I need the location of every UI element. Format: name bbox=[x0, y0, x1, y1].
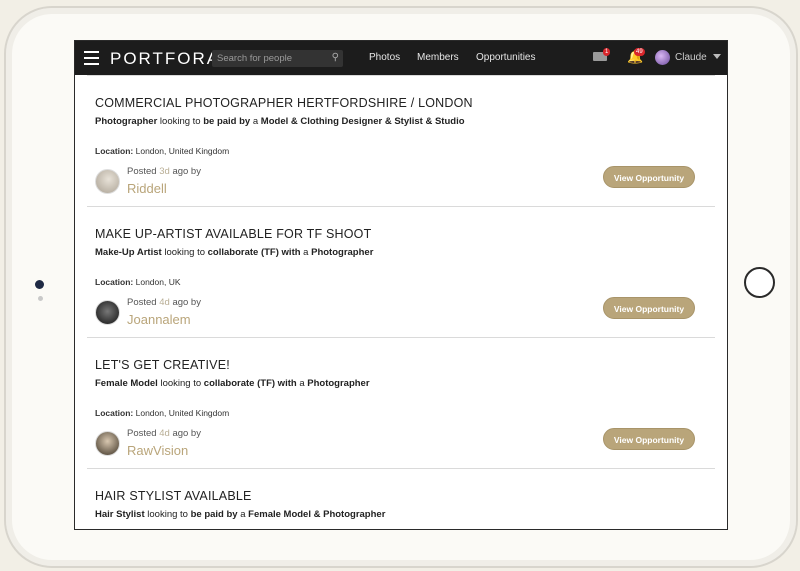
looking-to-text: looking to bbox=[159, 116, 201, 127]
poster-name-link[interactable]: RawVision bbox=[127, 443, 188, 458]
opportunity-summary: Photographer looking to be paid by a Mod… bbox=[95, 116, 465, 127]
posted-time: 4d bbox=[159, 297, 170, 308]
poster-name-link[interactable]: Riddell bbox=[127, 181, 167, 196]
menu-icon[interactable] bbox=[84, 51, 99, 65]
article-text: a bbox=[299, 378, 305, 389]
nav-opportunities[interactable]: Opportunities bbox=[476, 52, 535, 63]
view-opportunity-button[interactable]: View Opportunity bbox=[603, 428, 695, 450]
chevron-down-icon[interactable] bbox=[713, 54, 721, 59]
looking-to-text: looking to bbox=[164, 247, 205, 258]
opportunity-card: LET'S GET CREATIVE! Female Model looking… bbox=[87, 338, 715, 469]
posted-label: Posted bbox=[127, 297, 157, 308]
location-value: London, UK bbox=[135, 277, 181, 287]
ago-by-label: ago by bbox=[172, 428, 201, 439]
location-label: Location: bbox=[95, 277, 134, 287]
looking-to-text: looking to bbox=[147, 509, 188, 520]
opportunity-card: MAKE UP-ARTIST AVAILABLE FOR TF SHOOT Ma… bbox=[87, 207, 715, 338]
relation: collaborate (TF) with bbox=[203, 378, 297, 389]
article-text: a bbox=[240, 509, 246, 520]
opportunity-summary: Female Model looking to collaborate (TF)… bbox=[95, 378, 370, 389]
view-opportunity-button[interactable]: View Opportunity bbox=[603, 297, 695, 319]
opportunity-summary: Make-Up Artist looking to collaborate (T… bbox=[95, 247, 373, 258]
location: Location: London, United Kingdom bbox=[95, 408, 229, 418]
opportunity-title[interactable]: MAKE UP-ARTIST AVAILABLE FOR TF SHOOT bbox=[95, 227, 371, 241]
opportunity-title[interactable]: LET'S GET CREATIVE! bbox=[95, 358, 230, 372]
poster-name-link[interactable]: Joannalem bbox=[127, 312, 191, 327]
camera-icon bbox=[35, 280, 44, 289]
sensor-dot bbox=[38, 296, 43, 301]
location-value: London, United Kingdom bbox=[135, 146, 230, 156]
relation: be paid by bbox=[203, 116, 251, 127]
posted-time: 3d bbox=[159, 166, 170, 177]
poster-avatar[interactable] bbox=[95, 431, 120, 456]
top-navigation-bar: PORTFORA Search for people ⚲ Photos Memb… bbox=[75, 41, 727, 75]
nav-members[interactable]: Members bbox=[417, 52, 459, 63]
role: Photographer bbox=[95, 116, 158, 127]
opportunity-summary: Hair Stylist looking to be paid by a Fem… bbox=[95, 509, 385, 520]
posted-time: 4d bbox=[159, 428, 170, 439]
relation: collaborate (TF) with bbox=[207, 247, 301, 258]
posted-info: Posted 4d ago by bbox=[127, 297, 201, 308]
brand-logo[interactable]: PORTFORA bbox=[110, 49, 220, 69]
home-button[interactable] bbox=[744, 267, 775, 298]
opportunity-title[interactable]: HAIR STYLIST AVAILABLE bbox=[95, 489, 252, 503]
target: Model & Clothing Designer & Stylist & St… bbox=[260, 116, 465, 127]
search-input[interactable]: Search for people ⚲ bbox=[212, 50, 343, 67]
search-placeholder: Search for people bbox=[217, 53, 292, 64]
article-text: a bbox=[303, 247, 309, 258]
role: Make-Up Artist bbox=[95, 247, 162, 258]
looking-to-text: looking to bbox=[160, 378, 202, 389]
ago-by-label: ago by bbox=[172, 297, 201, 308]
opportunity-title[interactable]: COMMERCIAL PHOTOGRAPHER HERTFORDSHIRE / … bbox=[95, 96, 473, 110]
target: Photographer bbox=[307, 378, 370, 389]
location-value: London, United Kingdom bbox=[135, 408, 230, 418]
ago-by-label: ago by bbox=[172, 166, 201, 177]
app-screen: PORTFORA Search for people ⚲ Photos Memb… bbox=[74, 40, 728, 530]
poster-avatar[interactable] bbox=[95, 300, 120, 325]
opportunity-list: COMMERCIAL PHOTOGRAPHER HERTFORDSHIRE / … bbox=[87, 75, 715, 529]
user-avatar[interactable] bbox=[655, 50, 670, 65]
poster-avatar[interactable] bbox=[95, 169, 120, 194]
posted-info: Posted 3d ago by bbox=[127, 166, 201, 177]
messages-badge: 1 bbox=[603, 48, 611, 56]
target: Photographer bbox=[311, 247, 374, 258]
article-text: a bbox=[252, 116, 259, 127]
target: Female Model & Photographer bbox=[248, 509, 386, 520]
location: Location: London, United Kingdom bbox=[95, 146, 229, 156]
opportunity-card: HAIR STYLIST AVAILABLE Hair Stylist look… bbox=[87, 469, 715, 529]
role: Hair Stylist bbox=[95, 509, 145, 520]
role: Female Model bbox=[95, 378, 158, 389]
username-label[interactable]: Claude bbox=[675, 52, 707, 63]
location: Location: London, UK bbox=[95, 277, 181, 287]
relation: be paid by bbox=[190, 509, 238, 520]
view-opportunity-button[interactable]: View Opportunity bbox=[603, 166, 695, 188]
location-label: Location: bbox=[95, 408, 134, 418]
search-icon[interactable]: ⚲ bbox=[332, 52, 339, 63]
opportunity-card: COMMERCIAL PHOTOGRAPHER HERTFORDSHIRE / … bbox=[87, 75, 715, 207]
posted-label: Posted bbox=[127, 166, 157, 177]
posted-label: Posted bbox=[127, 428, 157, 439]
nav-photos[interactable]: Photos bbox=[369, 52, 400, 63]
location-label: Location: bbox=[95, 146, 134, 156]
posted-info: Posted 4d ago by bbox=[127, 428, 201, 439]
notifications-badge: 49 bbox=[634, 48, 645, 56]
